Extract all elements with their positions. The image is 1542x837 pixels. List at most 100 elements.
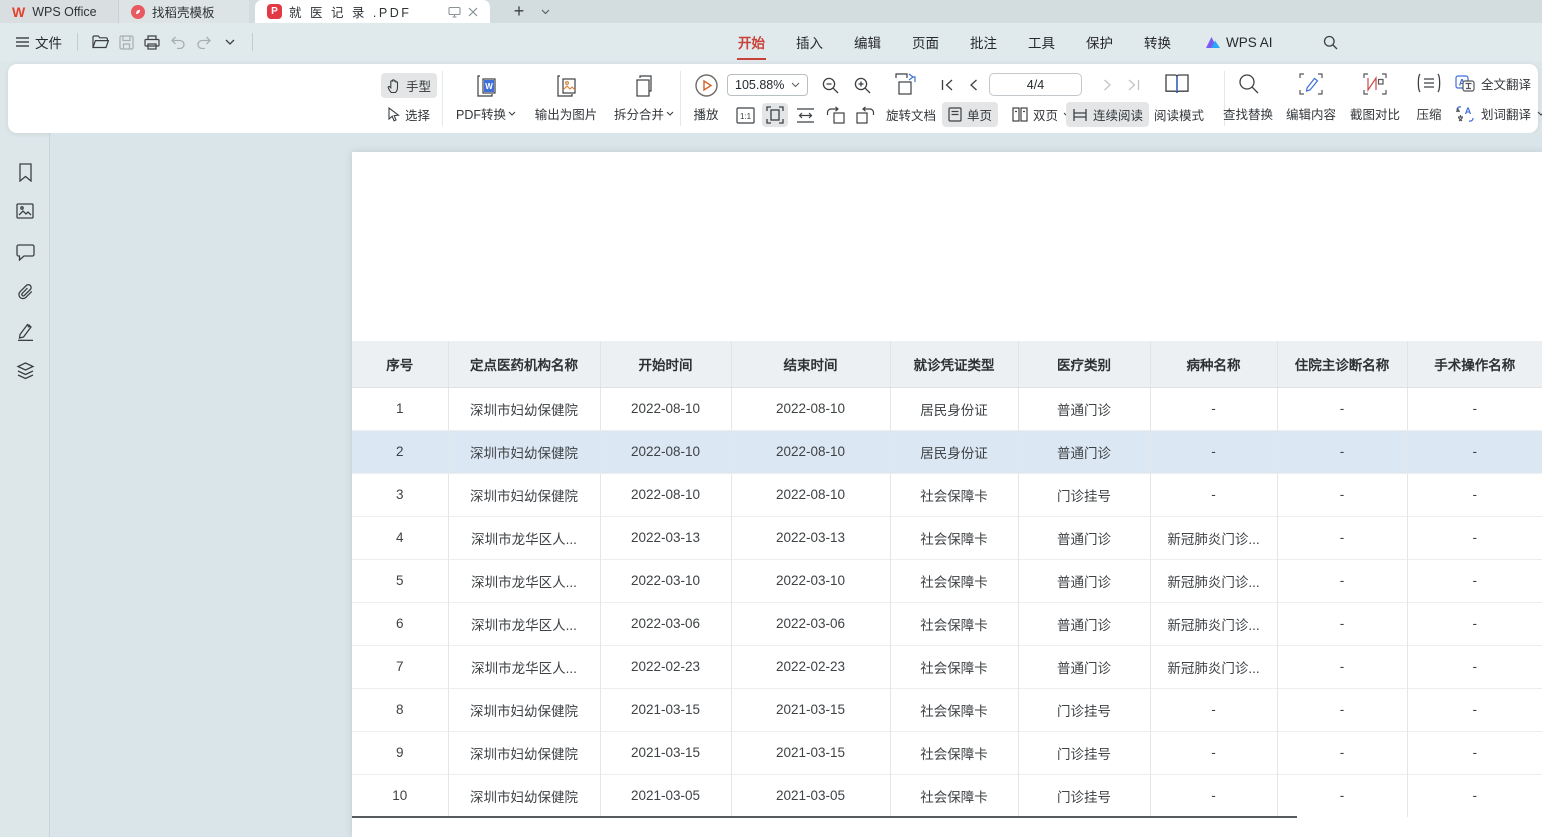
tab-document-pdf[interactable]: P 就 医 记 录 .PDF [255, 0, 490, 23]
table-cell: 新冠肺炎门诊... [1150, 516, 1277, 559]
menu-insert[interactable]: 插入 [795, 23, 824, 61]
last-page-button[interactable] [1124, 76, 1142, 94]
close-tab-icon[interactable] [468, 7, 478, 17]
table-cell: - [1150, 387, 1277, 430]
word-translate-button[interactable]: A 划词翻译 [1455, 104, 1542, 123]
zoom-out-button[interactable] [818, 74, 842, 96]
tab-list-chevron-icon[interactable] [534, 0, 556, 23]
table-cell: 深圳市妇幼保健院 [448, 473, 600, 516]
export-image-button[interactable]: 输出为图片 [524, 70, 608, 127]
menu-protect[interactable]: 保护 [1085, 23, 1114, 61]
column-header: 序号 [352, 341, 448, 387]
screenshot-compare-button[interactable]: 截图对比 [1344, 70, 1406, 127]
table-cell: 深圳市妇幼保健院 [448, 430, 600, 473]
table-cell: 3 [352, 473, 448, 516]
menu-search-icon[interactable] [1318, 29, 1344, 55]
find-replace-button[interactable]: 查找替换 [1216, 70, 1280, 127]
rotate-pages-icon[interactable] [888, 70, 922, 98]
table-cell: 深圳市妇幼保健院 [448, 774, 600, 817]
signature-pen-icon[interactable] [13, 319, 37, 343]
tab-label: WPS Office [32, 5, 96, 19]
history-chevron-icon[interactable] [217, 29, 243, 55]
fit-page-button[interactable] [762, 103, 788, 127]
comment-icon[interactable] [13, 240, 37, 264]
wps-logo-icon: W [12, 5, 25, 19]
layers-icon[interactable] [13, 359, 37, 383]
table-cell: 2022-03-10 [600, 559, 731, 602]
menu-bar: 文件 开始 插入 编辑 [0, 23, 1542, 61]
table-header-row: 序号定点医药机构名称开始时间结束时间就诊凭证类型医疗类别病种名称住院主诊断名称手… [352, 341, 1542, 387]
table-cell: 普通门诊 [1018, 602, 1150, 645]
table-cell: - [1407, 559, 1542, 602]
table-cell: - [1277, 430, 1407, 473]
document-viewport[interactable]: 序号定点医药机构名称开始时间结束时间就诊凭证类型医疗类别病种名称住院主诊断名称手… [51, 133, 1542, 837]
table-cell: 普通门诊 [1018, 559, 1150, 602]
zoom-in-button[interactable] [850, 74, 874, 96]
menu-comment[interactable]: 批注 [969, 23, 998, 61]
column-header: 定点医药机构名称 [448, 341, 600, 387]
menu-page[interactable]: 页面 [911, 23, 940, 61]
table-cell: 7 [352, 645, 448, 688]
search-icon [1238, 73, 1259, 94]
read-mode-button[interactable]: 阅读模式 [1148, 102, 1210, 127]
table-cell: 2022-02-23 [600, 645, 731, 688]
table-cell: 8 [352, 688, 448, 731]
rotate-left-button[interactable] [822, 103, 848, 127]
open-folder-button[interactable] [87, 29, 113, 55]
page-number-input[interactable]: 4/4 [989, 73, 1082, 96]
next-page-button[interactable] [1098, 76, 1116, 94]
wps-ai-icon [1205, 36, 1221, 49]
table-row: 6深圳市龙华区人...2022-03-062022-03-06社会保障卡普通门诊… [352, 602, 1542, 645]
rotate-right-button[interactable] [852, 103, 878, 127]
table-cell: 2022-03-13 [600, 516, 731, 559]
table-cell: 2021-03-05 [731, 774, 890, 817]
read-mode-icon[interactable] [1160, 70, 1194, 98]
bookmark-icon[interactable] [13, 160, 37, 184]
edit-content-button[interactable]: 编辑内容 [1280, 70, 1342, 127]
full-translate-button[interactable]: A 全文翻译 [1455, 74, 1531, 93]
svg-text:A: A [1465, 106, 1472, 116]
rotate-document-button[interactable]: 旋转文档 [880, 102, 942, 127]
tab-wps-office[interactable]: W WPS Office [0, 0, 118, 23]
compress-icon [1416, 73, 1442, 93]
menu-tools[interactable]: 工具 [1027, 23, 1056, 61]
select-tool-button[interactable]: 选择 [381, 102, 436, 127]
table-cell: 2022-03-06 [731, 602, 890, 645]
save-button[interactable] [113, 29, 139, 55]
divider [680, 71, 681, 126]
export-image-icon [554, 73, 578, 99]
attachment-icon[interactable] [13, 280, 37, 304]
docer-icon [131, 5, 145, 19]
new-tab-button[interactable]: + [504, 0, 534, 23]
table-cell: 2021-03-15 [731, 731, 890, 774]
fit-width-button[interactable] [792, 103, 818, 127]
table-cell: 2022-08-10 [731, 430, 890, 473]
menu-edit[interactable]: 编辑 [853, 23, 882, 61]
thumbnail-icon[interactable] [13, 199, 37, 223]
undo-button[interactable] [165, 29, 191, 55]
redo-button[interactable] [191, 29, 217, 55]
single-page-button[interactable]: 单页 [942, 102, 998, 127]
continuous-read-button[interactable]: 连续阅读 [1066, 102, 1149, 127]
document-title: 就 医 记 录 .PDF [289, 2, 441, 21]
pdf-convert-button[interactable]: W PDF转换 [445, 70, 527, 127]
actual-size-button[interactable]: 1:1 [732, 103, 758, 127]
menu-wps-ai[interactable]: WPS AI [1205, 35, 1273, 50]
monitor-icon[interactable] [448, 6, 461, 18]
print-button[interactable] [139, 29, 165, 55]
tab-docer-template[interactable]: 找稻壳模板 [118, 0, 249, 23]
play-button[interactable]: 播放 [686, 70, 726, 127]
table-cell: 4 [352, 516, 448, 559]
zoom-level-select[interactable]: 105.88% [727, 74, 808, 96]
menu-home[interactable]: 开始 [737, 23, 766, 61]
compress-button[interactable]: 压缩 [1406, 70, 1452, 127]
file-menu-button[interactable]: 文件 [10, 32, 68, 52]
table-cell: 社会保障卡 [890, 559, 1018, 602]
hand-tool-button[interactable]: 手型 [381, 73, 437, 98]
full-translate-icon: A [1455, 75, 1475, 92]
table-cell: 社会保障卡 [890, 688, 1018, 731]
menu-convert[interactable]: 转换 [1143, 23, 1172, 61]
split-merge-button[interactable]: 拆分合并 [606, 70, 682, 127]
previous-page-button[interactable] [964, 76, 982, 94]
first-page-button[interactable] [938, 76, 956, 94]
